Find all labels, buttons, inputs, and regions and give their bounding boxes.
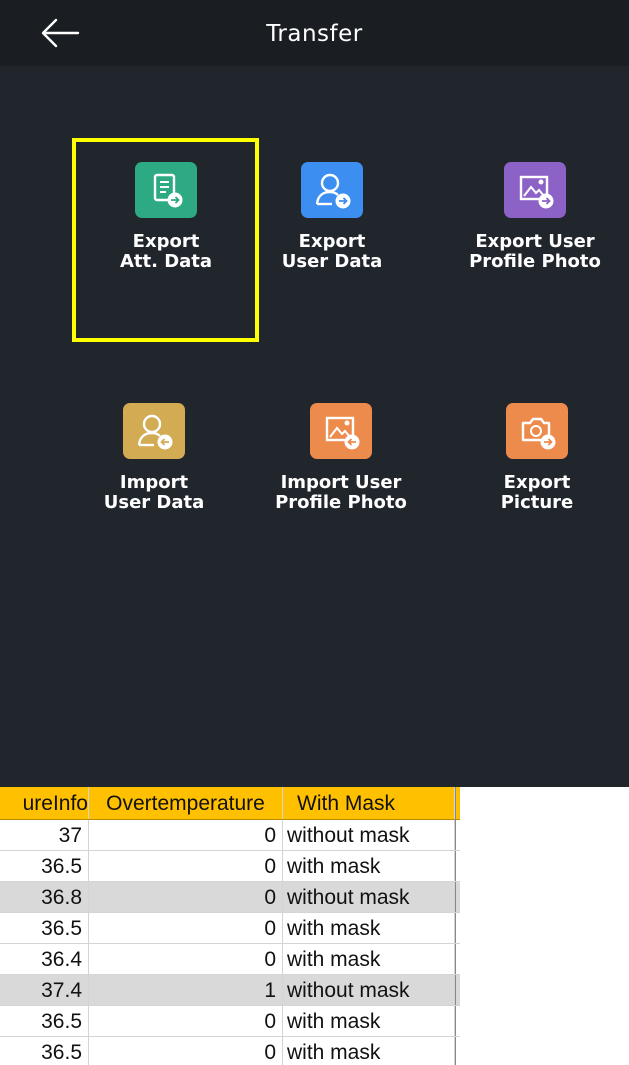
- tile-label: Export User Data: [281, 231, 383, 272]
- temperature-cell[interactable]: 36.5: [0, 1006, 89, 1036]
- tile-label: Export Picture: [500, 472, 574, 513]
- next-column-edge: [455, 1037, 460, 1065]
- next-column-edge: [455, 975, 460, 1005]
- next-column-edge: [455, 913, 460, 943]
- mask-cell[interactable]: with mask: [283, 944, 455, 974]
- table-row[interactable]: 36.5 0 with mask: [0, 1037, 460, 1065]
- tile-import-user-data[interactable]: Import User Data: [59, 379, 249, 579]
- sheet-header-row: ureInfo Overtemperature With Mask: [0, 787, 460, 820]
- next-column-edge: [455, 851, 460, 881]
- tile-import-user-profile-photo[interactable]: Import User Profile Photo: [246, 379, 436, 579]
- overtemperature-cell[interactable]: 1: [89, 975, 283, 1005]
- mask-cell[interactable]: with mask: [283, 851, 455, 881]
- temperature-cell[interactable]: 36.8: [0, 882, 89, 912]
- mask-cell[interactable]: with mask: [283, 1006, 455, 1036]
- mask-cell[interactable]: without mask: [283, 882, 455, 912]
- title-bar: Transfer: [0, 0, 629, 66]
- overtemperature-cell[interactable]: 0: [89, 1037, 283, 1065]
- page-title: Transfer: [266, 21, 363, 47]
- tile-export-user-profile-photo[interactable]: Export User Profile Photo: [440, 138, 629, 338]
- temperature-cell[interactable]: 36.5: [0, 851, 89, 881]
- table-row[interactable]: 37 0 without mask: [0, 820, 460, 851]
- overtemperature-cell[interactable]: 0: [89, 820, 283, 850]
- next-column-edge: [455, 787, 460, 819]
- mask-cell[interactable]: with mask: [283, 1037, 455, 1065]
- table-row[interactable]: 36.8 0 without mask: [0, 882, 460, 913]
- tile-export-picture[interactable]: Export Picture: [442, 379, 629, 579]
- overtemperature-cell[interactable]: 0: [89, 913, 283, 943]
- import-user-icon: [123, 403, 185, 459]
- temperature-cell[interactable]: 37.4: [0, 975, 89, 1005]
- table-row[interactable]: 36.5 0 with mask: [0, 913, 460, 944]
- mask-cell[interactable]: without mask: [283, 975, 455, 1005]
- sheet-body: 37 0 without mask 36.5 0 with mask 36.8 0 withou…: [0, 820, 460, 1065]
- overtemperature-cell[interactable]: 0: [89, 944, 283, 974]
- table-row[interactable]: 36.4 0 with mask: [0, 944, 460, 975]
- column-header-temperature-info[interactable]: ureInfo: [0, 787, 89, 819]
- overtemperature-cell[interactable]: 0: [89, 882, 283, 912]
- next-column-edge: [455, 1006, 460, 1036]
- tile-export-user-data[interactable]: Export User Data: [237, 138, 427, 338]
- export-photo-icon: [504, 162, 566, 218]
- temperature-cell[interactable]: 36.5: [0, 913, 89, 943]
- import-photo-icon: [310, 403, 372, 459]
- table-row[interactable]: 36.5 0 with mask: [0, 1006, 460, 1037]
- overtemperature-cell[interactable]: 0: [89, 851, 283, 881]
- temperature-cell[interactable]: 36.4: [0, 944, 89, 974]
- table-row[interactable]: 37.4 1 without mask: [0, 975, 460, 1006]
- next-column-edge: [455, 944, 460, 974]
- mask-cell[interactable]: without mask: [283, 820, 455, 850]
- tile-label: Export User Profile Photo: [469, 231, 601, 272]
- overtemperature-cell[interactable]: 0: [89, 1006, 283, 1036]
- column-header-with-mask[interactable]: With Mask: [283, 787, 455, 819]
- selection-highlight: [72, 138, 259, 342]
- next-column-edge: [455, 820, 460, 850]
- temperature-cell[interactable]: 37: [0, 820, 89, 850]
- next-column-edge: [455, 882, 460, 912]
- temperature-cell[interactable]: 36.5: [0, 1037, 89, 1065]
- mask-cell[interactable]: with mask: [283, 913, 455, 943]
- table-row[interactable]: 36.5 0 with mask: [0, 851, 460, 882]
- spreadsheet-excerpt: ureInfo Overtemperature With Mask 37 0 wit…: [0, 787, 460, 1065]
- tile-label: Import User Data: [103, 472, 205, 513]
- column-header-overtemperature[interactable]: Overtemperature: [89, 787, 283, 819]
- export-user-icon: [301, 162, 363, 218]
- tile-label: Import User Profile Photo: [275, 472, 407, 513]
- device-screen: Transfer Export Att. Data Export User Da…: [0, 0, 629, 787]
- export-camera-icon: [506, 403, 568, 459]
